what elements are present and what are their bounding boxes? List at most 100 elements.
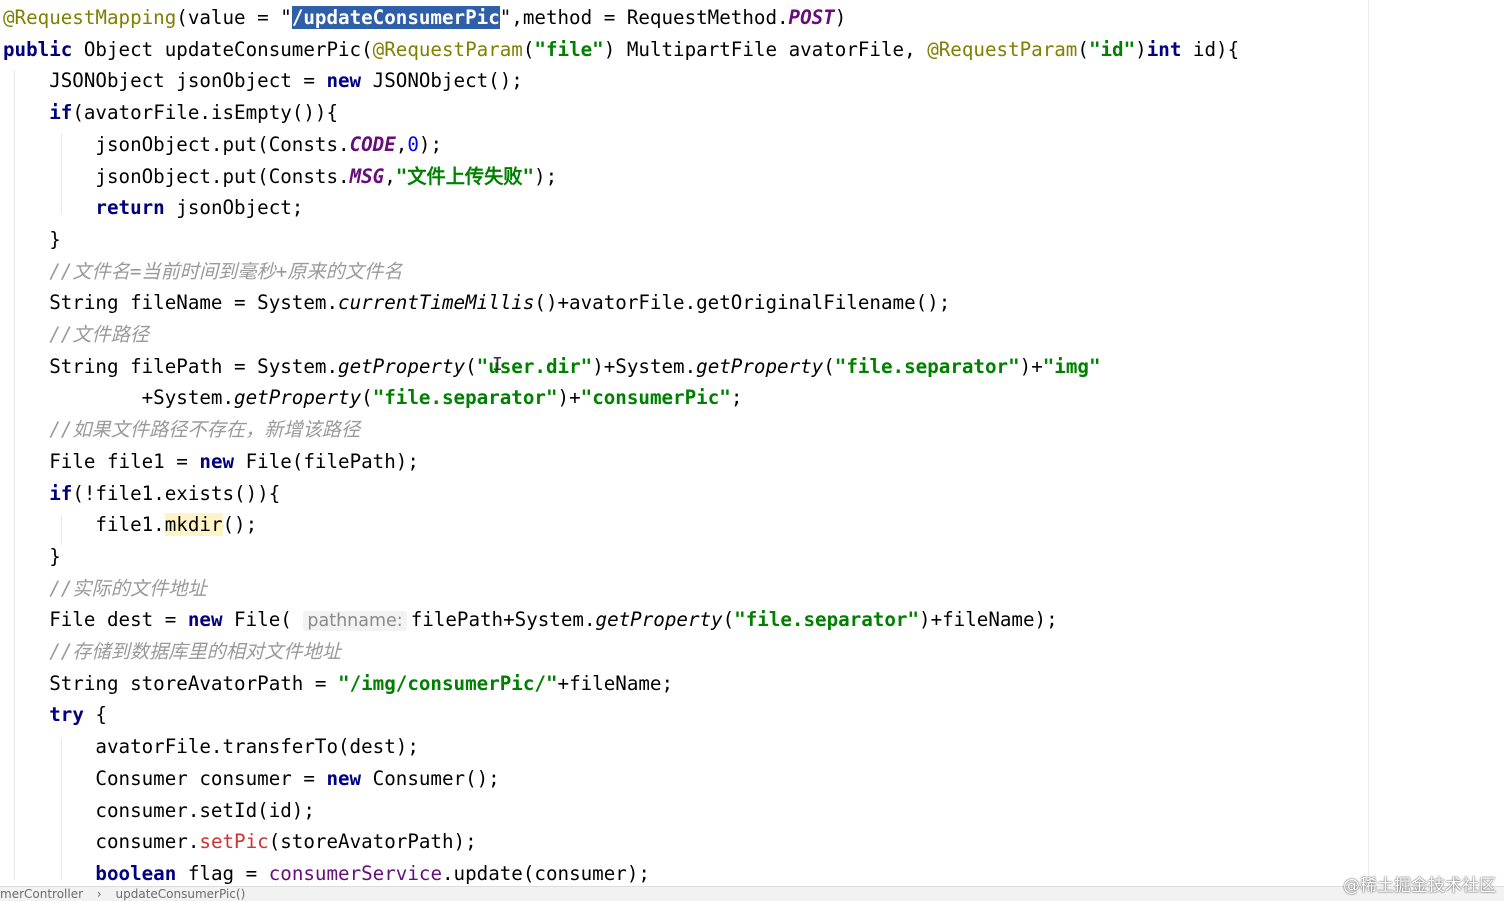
code-token: try (49, 703, 84, 727)
code-line: boolean flag = consumerService.update(co… (3, 858, 650, 886)
code-token: //实际的文件地址 (49, 576, 207, 600)
code-token: id){ (1181, 37, 1240, 61)
code-token: //文件名=当前时间到毫秒+原来的文件名 (49, 259, 403, 283)
code-token: @RequestParam (927, 37, 1078, 61)
code-token: String storeAvatorPath = (3, 671, 339, 695)
code-line: File file1 = new File(filePath); (3, 446, 419, 478)
code-token: ( (722, 608, 735, 632)
code-token: "id" (1088, 37, 1136, 61)
code-token: int (1146, 37, 1182, 61)
code-token: )+ (557, 386, 581, 410)
watermark: @稀土掘金技术社区 (1343, 876, 1496, 896)
code-token: jsonObject.put(Consts. (3, 164, 350, 188)
code-token: new (187, 608, 223, 632)
code-line: JSONObject jsonObject = new JSONObject()… (3, 65, 523, 97)
code-line: avatorFile.transferTo(dest); (3, 731, 419, 763)
code-token: jsonObject.put(Consts. (3, 132, 350, 156)
code-token: { (83, 703, 107, 727)
code-token: avatorFile.transferTo(dest); (3, 735, 419, 759)
code-token: getProperty (234, 386, 362, 410)
code-token: if (49, 481, 73, 505)
code-line: public Object updateConsumerPic(@Request… (3, 34, 1239, 66)
code-token: consumer. (3, 830, 200, 854)
code-token: getProperty (696, 354, 824, 378)
code-token: setPic (199, 830, 269, 854)
code-line: String fileName = System.currentTimeMill… (3, 287, 950, 319)
code-token: "consumerPic" (580, 386, 731, 410)
code-token: "file.separator" (372, 386, 558, 410)
breadcrumb-method[interactable]: updateConsumerPic() (116, 887, 246, 901)
code-token: new (326, 69, 362, 93)
breadcrumb-separator: › (96, 887, 102, 901)
code-line: //实际的文件地址 (3, 573, 207, 605)
code-line: } (3, 541, 61, 573)
breadcrumb: merController › updateConsumerPic() (0, 886, 1504, 901)
code-token: String filePath = System. (3, 354, 339, 378)
code-token: ( (823, 354, 835, 378)
code-editor[interactable]: @RequestMapping(value = "/updateConsumer… (0, 0, 1504, 886)
code-token: if (49, 101, 73, 125)
code-token: /updateConsumerPic (291, 6, 500, 29)
code-token: ( (522, 37, 535, 61)
code-line: //文件路径 (3, 319, 149, 351)
code-token: ( (465, 354, 477, 378)
code-token: "file.separator" (734, 608, 920, 632)
code-token: file1. (3, 513, 165, 537)
code-token: +System. (3, 386, 235, 410)
code-token: , (395, 132, 408, 156)
code-token: @RequestMapping (3, 6, 177, 29)
code-line: Consumer consumer = new Consumer(); (3, 763, 500, 795)
code-token: ); (534, 164, 558, 188)
code-line: file1.mkdir(); (3, 509, 257, 541)
text-cursor-icon: I (492, 354, 503, 375)
code-token: ) (834, 6, 847, 29)
code-token: boolean (95, 861, 177, 885)
code-line: //如果文件路径不存在，新增该路径 (3, 414, 360, 446)
code-line: return jsonObject; (3, 192, 303, 224)
code-token: consumer.setId(id); (3, 798, 315, 822)
code-token: Object updateConsumerPic( (72, 37, 373, 61)
code-line: jsonObject.put(Consts.CODE,0); (3, 129, 442, 161)
code-line: @RequestMapping(value = "/updateConsumer… (3, 2, 846, 34)
code-token: File dest = (3, 608, 188, 632)
code-token: Consumer consumer = (3, 766, 327, 790)
breadcrumb-class[interactable]: merController (0, 887, 83, 901)
code-token: )+fileName); (919, 608, 1058, 632)
code-token: getProperty (338, 354, 466, 378)
code-token: "/img/consumerPic/" (338, 671, 558, 695)
right-margin-guide (1368, 0, 1369, 886)
code-line: File dest = new File( pathname: filePath+… (3, 604, 1058, 636)
code-token: //如果文件路径不存在，新增该路径 (49, 418, 361, 442)
code-line: String filePath = System.getProperty("us… (3, 351, 1101, 383)
code-line: //存储到数据库里的相对文件地址 (3, 636, 341, 668)
code-token: Consumer(); (361, 766, 500, 790)
code-line: consumer.setId(id); (3, 795, 315, 827)
code-token: POST (788, 6, 835, 29)
code-token: (); (222, 513, 258, 537)
code-token: ()+avatorFile.getOriginalFilename(); (534, 291, 951, 315)
code-token: "img" (1042, 354, 1101, 378)
code-token: +fileName; (557, 671, 674, 695)
code-token: (storeAvatorPath); (268, 830, 477, 854)
code-line: String storeAvatorPath = "/img/consumerP… (3, 668, 673, 700)
code-token: ",method = RequestMethod. (499, 6, 789, 29)
code-token: new (326, 766, 362, 790)
code-token: @RequestParam (372, 37, 523, 61)
code-token: filePath+System. (410, 608, 596, 632)
code-token: )+System. (592, 354, 697, 378)
code-line: +System.getProperty("file.separator")+"c… (3, 382, 743, 414)
code-token: JSONObject(); (361, 69, 523, 93)
code-token: getProperty (595, 608, 723, 632)
code-token: jsonObject; (164, 196, 304, 220)
code-token: File(filePath); (234, 449, 419, 473)
code-token: JSONObject jsonObject = (3, 69, 327, 93)
code-line: if(avatorFile.isEmpty()){ (3, 97, 338, 129)
code-token: MSG (349, 164, 385, 188)
